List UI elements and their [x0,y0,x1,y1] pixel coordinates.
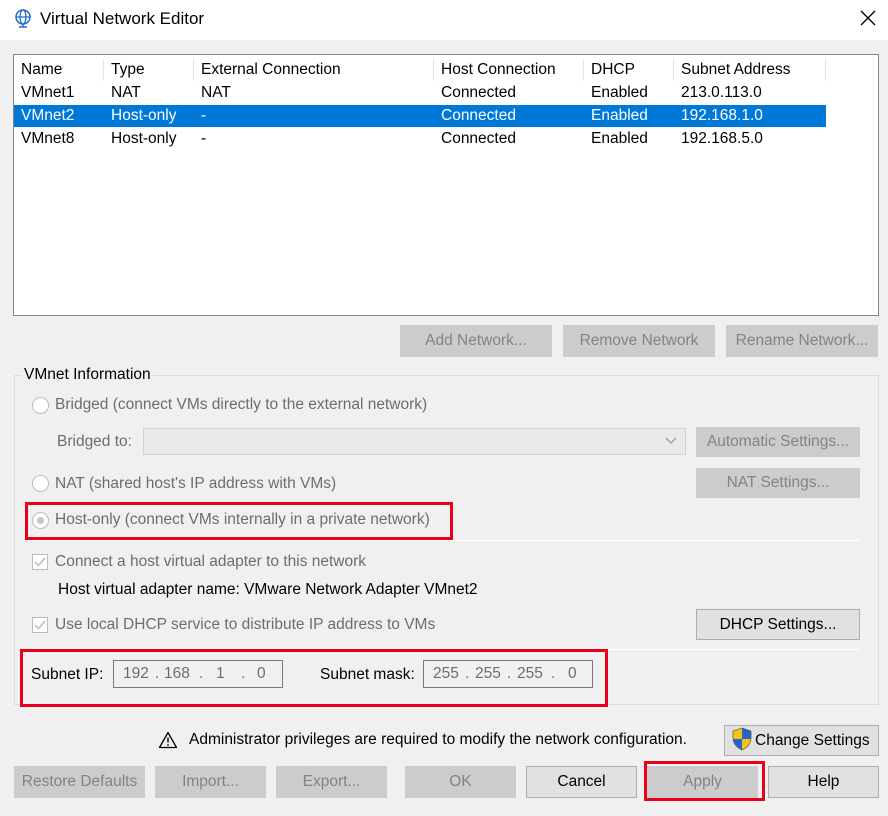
column-header-host[interactable]: Host Connection [434,59,584,81]
bridged-to-label: Bridged to: [57,433,132,450]
column-header-name[interactable]: Name [14,59,104,81]
help-button[interactable]: Help [768,766,879,798]
cancel-button[interactable]: Cancel [526,766,637,798]
remove-network-button[interactable]: Remove Network [563,325,715,357]
nat-label: NAT (shared host's IP address with VMs) [55,475,337,492]
rename-network-button[interactable]: Rename Network... [726,325,878,357]
checkmark-icon [34,620,46,630]
cell-external: NAT [201,84,231,101]
import-button[interactable]: Import... [155,766,266,798]
bridged-radio[interactable] [32,397,49,414]
window-title: Virtual Network Editor [40,9,205,28]
restore-defaults-button[interactable]: Restore Defaults [14,766,145,798]
cell-name: VMnet8 [21,130,75,147]
column-header-external[interactable]: External Connection [194,59,434,81]
connect-adapter-label: Connect a host virtual adapter to this n… [55,553,367,570]
vmnet-information-label: VMnet Information [22,366,153,384]
close-icon [860,10,876,26]
network-list[interactable]: Name Type External Connection Host Conne… [13,54,879,316]
uac-shield-icon [732,727,752,751]
globe-icon [15,9,31,28]
close-button[interactable] [848,0,888,36]
network-row-vmnet1[interactable]: VMnet1 NAT NAT Connected Enabled 213.0.1… [14,82,826,104]
connect-adapter-checkbox[interactable] [32,554,48,570]
cell-dhcp: Enabled [591,130,648,147]
cell-external: - [201,130,207,147]
column-header-subnet[interactable]: Subnet Address [674,59,826,81]
cell-subnet: 192.168.1.0 [681,107,763,124]
column-header-type[interactable]: Type [104,59,194,81]
ok-button[interactable]: OK [405,766,516,798]
change-settings-label: Change Settings [755,731,870,749]
cell-subnet: 213.0.113.0 [681,84,762,101]
hostonly-highlight [25,502,453,540]
nat-radio[interactable] [32,475,49,492]
dhcp-settings-button[interactable]: DHCP Settings... [696,609,860,640]
title-bar: Virtual Network Editor [0,0,888,40]
cell-type: Host-only [111,130,177,147]
add-network-button[interactable]: Add Network... [400,325,552,357]
list-header: Name Type External Connection Host Conne… [14,59,826,81]
dhcp-checkbox[interactable] [32,617,48,633]
column-header-dhcp[interactable]: DHCP [584,59,674,81]
cell-host: Connected [441,130,516,147]
checkmark-icon [34,557,46,567]
export-button[interactable]: Export... [276,766,387,798]
cell-host: Connected [441,84,516,101]
adapter-name-label: Host virtual adapter name: VMware Networ… [58,581,478,598]
bridged-to-select[interactable] [143,428,686,455]
cell-external: - [201,107,207,124]
cell-host: Connected [441,107,516,124]
separator [28,540,860,541]
chevron-down-icon [665,437,677,444]
admin-notice-text: Administrator privileges are required to… [189,731,687,748]
automatic-settings-button[interactable]: Automatic Settings... [696,427,860,457]
dhcp-label: Use local DHCP service to distribute IP … [55,616,436,633]
cell-type: Host-only [111,107,177,124]
subnet-highlight [20,649,608,707]
network-row-vmnet2[interactable]: VMnet2 Host-only - Connected Enabled 192… [14,105,826,127]
network-row-vmnet8[interactable]: VMnet8 Host-only - Connected Enabled 192… [14,128,826,150]
cell-subnet: 192.168.5.0 [681,130,763,147]
cell-dhcp: Enabled [591,107,648,124]
cell-name: VMnet1 [21,84,75,101]
cell-type: NAT [111,84,141,101]
warning-icon [158,731,178,749]
cell-name: VMnet2 [21,107,75,124]
apply-highlight [644,761,765,801]
bridged-label: Bridged (connect VMs directly to the ext… [55,396,428,413]
cell-dhcp: Enabled [591,84,648,101]
nat-settings-button[interactable]: NAT Settings... [696,468,860,498]
